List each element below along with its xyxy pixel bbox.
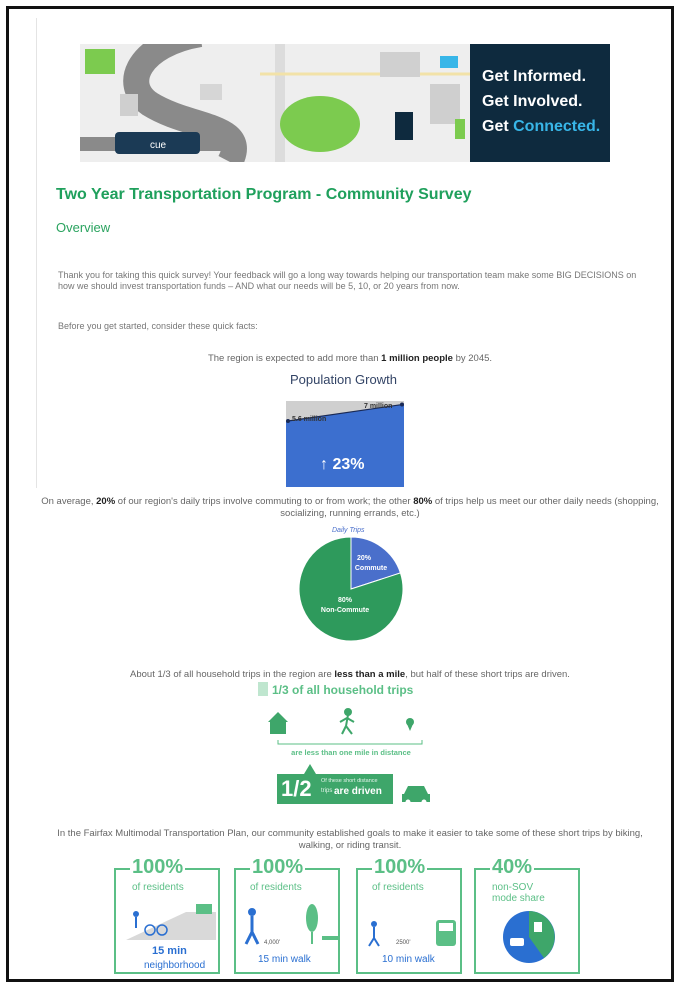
population-growth-annotation: ↑ 23%: [320, 456, 364, 473]
goal-time: 15 min walk: [258, 954, 311, 965]
goal-percent: 100%: [250, 856, 306, 879]
walk-to-bus-icon: [368, 920, 456, 947]
tagline-connected: Get Connected.: [482, 118, 601, 135]
svg-text:cue: cue: [150, 140, 167, 151]
banner-tagline-box: Get Informed. Get Involved. Get Connecte…: [470, 44, 610, 162]
content-divider: [36, 18, 37, 488]
goal-subtitle: of residents: [250, 882, 302, 893]
goal-time: 15 min: [152, 945, 187, 957]
car-icon: [402, 786, 430, 804]
goal-box-neighborhood: 100% of residents 15 min neighborhood: [114, 856, 220, 974]
population-label-end: 7 million: [364, 403, 392, 410]
goal-box-15min-walk: 100% of residents 4,000' 15 min walk: [234, 856, 340, 974]
goal-percent: 100%: [130, 856, 186, 879]
distance-label: are less than one mile in distance: [291, 748, 411, 757]
pie-label-noncommute-pct: 80%: [338, 597, 353, 604]
walking-person-icon: [339, 708, 355, 735]
lead-paragraph: Before you get started, consider these q…: [58, 321, 258, 331]
driven-badge: 1/2 Of these short distance trips are dr…: [277, 774, 393, 804]
driven-label: are driven: [334, 786, 382, 797]
tagline-informed: Get Informed.: [482, 68, 587, 85]
pie-label-commute: Commute: [355, 565, 387, 572]
goal-subtitle: non-SOV: [492, 882, 534, 893]
goal-box-mode-share: 40% non-SOV mode share: [474, 856, 580, 974]
driven-small-text-2: trips: [321, 788, 333, 794]
page-title: Two Year Transportation Program - Commun…: [56, 186, 472, 203]
population-point-start: [286, 419, 290, 424]
goal-subtitle: of residents: [372, 882, 424, 893]
pointer-arrow-icon: [304, 764, 316, 774]
goal-percent: 100%: [372, 856, 428, 879]
population-growth-chart: 5.6 million 7 million ↑ 23%: [286, 401, 404, 487]
pie-label-noncommute: Non-Commute: [321, 607, 369, 614]
home-icon: [268, 712, 288, 734]
location-pin-icon: [406, 718, 414, 731]
goal-time: 10 min walk: [382, 954, 435, 965]
walk-bike-icon: [126, 904, 216, 940]
goal-subtitle-2: mode share: [492, 893, 545, 904]
intro-paragraph: Thank you for taking this quick survey! …: [58, 270, 637, 291]
section-heading-overview: Overview: [56, 220, 111, 235]
goal-distance: 2500': [396, 940, 411, 946]
population-point-end: [400, 402, 404, 407]
population-label-start: 5.6 million: [292, 416, 326, 423]
population-chart-title: Population Growth: [290, 372, 397, 387]
tagline-involved: Get Involved.: [482, 93, 583, 110]
daily-trips-pie-chart: 20% Commute 80% Non-Commute: [298, 536, 404, 642]
half-fraction: 1/2: [281, 776, 312, 801]
goal-box-10min-walk: 100% of residents 2500' 10 min walk: [356, 856, 462, 974]
walk-to-park-icon: [244, 904, 338, 945]
fact-population: The region is expected to add more than …: [207, 353, 493, 364]
goal-percent: 40%: [490, 856, 535, 879]
goal-subtitle: of residents: [132, 882, 184, 893]
fact-multimodal-plan: In the Fairfax Multimodal Transportation…: [57, 828, 643, 851]
fact-short-trips: About 1/3 of all household trips in the …: [130, 669, 570, 680]
goal-detail: neighborhood: [144, 960, 206, 971]
goal-distance: 4,000': [264, 940, 281, 946]
mode-share-pie-icon: [503, 911, 555, 963]
trips-heading-marker: [258, 682, 268, 696]
pie-label-commute-pct: 20%: [357, 555, 372, 562]
pie-chart-title: Daily Trips: [332, 527, 365, 534]
driven-small-text: Of these short distance: [321, 778, 378, 784]
fact-daily-trips: On average, 20% of our region's daily tr…: [41, 496, 659, 519]
short-trips-heading: 1/3 of all household trips: [272, 683, 414, 697]
